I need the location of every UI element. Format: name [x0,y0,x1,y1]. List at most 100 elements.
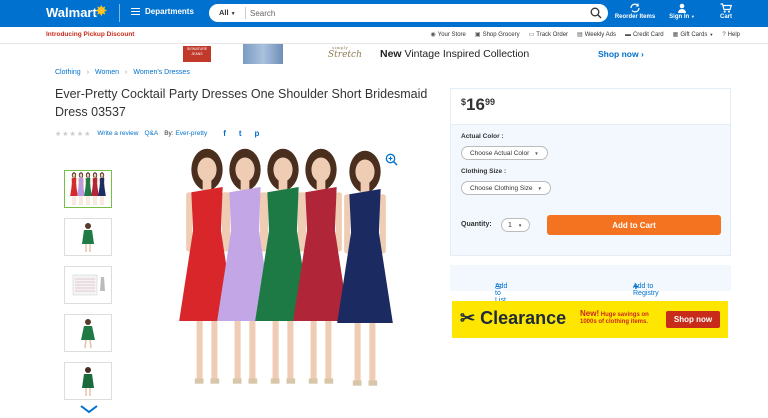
thumbnail-group-image [70,172,106,205]
breadcrumb: Clothing › Women › Women's Dresses [55,69,190,76]
location-icon: ◉ [430,32,436,38]
your-store-link[interactable]: ◉ Your Store [430,31,466,39]
sub-header: Introducing Pickup Discount ◉ Your Store … [0,27,768,44]
price-section: $1699 [451,89,730,125]
breadcrumb-womens-dresses[interactable]: Women's Dresses [133,69,189,76]
thumb-model-1 [70,172,78,205]
grocery-icon: ▣ [474,32,481,38]
quantity-select[interactable]: 1 ▼ [501,218,530,232]
brand-row: By: Ever-pretty [164,130,207,137]
signature-jeans-logo: SIGNATURE JEANS [183,46,211,62]
thumbnail-green-back[interactable] [64,362,112,400]
track-order-label: Track Order [536,31,569,38]
credit-card-link[interactable]: ▬ Credit Card [625,31,664,38]
chevron-right-icon: › [125,69,128,76]
banner-collection: Vintage Inspired Collection [404,48,530,60]
cart-button[interactable]: Cart [716,3,736,20]
chevron-down-icon: ▼ [230,11,236,17]
departments-button[interactable]: Departments [131,7,194,16]
header-divider [119,4,120,22]
gift-cards-link[interactable]: ▦ Gift Cards ▼ [672,31,714,39]
thumbnail-green-side-image [81,319,95,349]
qa-link[interactable]: Q&A [144,130,158,137]
thumbnail-green-side[interactable] [64,314,112,352]
main-product-image[interactable] [160,148,410,388]
quantity-label: Quantity: [461,221,492,228]
thumbnail-size-chart[interactable] [64,266,112,304]
credit-card-icon: ▬ [624,31,631,38]
thumbnail-group[interactable] [64,170,112,208]
help-icon: ? [722,31,726,38]
clearance-sub2: 1000s of clothing items. [580,319,649,325]
brand-link[interactable]: Ever-pretty [175,130,207,137]
promo-banner[interactable]: SIGNATURE JEANS simply Stretch New Vintag… [183,44,655,64]
credit-card-label: Credit Card [632,31,664,38]
pinterest-icon[interactable]: p [255,129,260,138]
reorder-icon [630,3,640,13]
track-order-link[interactable]: ▭ Track Order [528,31,569,39]
pickup-discount-link[interactable]: Introducing Pickup Discount [46,31,134,38]
product-title: Ever-Pretty Cocktail Party Dresses One S… [55,87,428,119]
add-to-cart-button[interactable]: Add to Cart [547,215,721,235]
thumb-model-5 [98,172,106,205]
size-label: Clothing Size : [461,168,507,175]
zoom-icon[interactable] [385,153,398,166]
walmart-logo[interactable]: Walmart [46,5,97,20]
rating-row: ★★★★★ Write a review Q&A By: Ever-pretty… [55,129,259,138]
clearance-ad[interactable]: ✂ Clearance New! Huge savings on 1000s of … [452,301,728,338]
sign-in-label: Sign In ▼ [669,14,695,20]
departments-label: Departments [145,7,194,16]
chevron-right-icon: › [86,69,90,76]
person-icon [678,3,686,13]
utility-nav: ◉ Your Store ▣ Shop Grocery ▭ Track Order ▤… [430,31,741,39]
thumbnail-green-front[interactable] [64,218,112,256]
color-select[interactable]: Choose Actual Color ▼ [461,146,548,160]
size-select[interactable]: Choose Clothing Size ▼ [461,181,551,195]
clearance-shop-now-button[interactable]: Shop now [666,311,720,328]
reorder-items-button[interactable]: Reorder Items [614,3,656,20]
menu-icon [131,8,140,15]
shop-grocery-label: Shop Grocery [482,31,520,38]
add-to-registry-label: Add to Registry [633,283,659,297]
search-input[interactable] [250,6,580,20]
twitter-icon[interactable]: t [239,129,242,138]
facebook-icon[interactable]: f [223,129,226,138]
main-model-5 [337,150,393,386]
chevron-down-icon: ▼ [709,32,714,37]
help-link[interactable]: ? Help [722,31,740,38]
shop-grocery-link[interactable]: ▣ Shop Grocery [474,31,520,39]
chevron-down-icon[interactable] [79,404,99,414]
price-whole: 16 [466,95,485,114]
thumbnail-green-back-image [82,367,94,396]
color-select-value: Choose Actual Color [470,149,530,157]
weekly-ads-label: Weekly Ads [584,31,616,38]
banner-shop-now-link[interactable]: Shop now › [598,49,644,59]
truck-icon: ▭ [528,32,535,38]
clearance-new: New! [580,309,600,318]
breadcrumb-clothing[interactable]: Clothing [55,69,81,76]
weekly-ads-link[interactable]: ▤ Weekly Ads [577,31,616,39]
clearance-sub1: Huge savings on [600,312,649,318]
clearance-word: Clearance [480,308,567,328]
stretch-logo: simply Stretch [328,46,362,61]
gift-icon: ▦ [672,32,679,38]
breadcrumb-women[interactable]: Women [95,69,119,76]
buy-box: $1699 Actual Color : Choose Actual Color… [450,88,731,256]
write-review-link[interactable]: Write a review [97,130,138,137]
sign-in-text: Sign In [669,14,690,20]
your-store-label: Your Store [437,31,466,38]
clearance-subtext: New! Huge savings on 1000s of clothing it… [580,310,649,326]
search-icon[interactable] [590,7,602,19]
thumb-model-4 [91,172,99,205]
search-bar: All ▼ [209,4,608,22]
clearance-headline: ✂ Clearance [460,308,566,329]
quantity-value: 1 [508,221,512,229]
chevron-down-icon: ▼ [534,150,539,156]
help-label: Help [727,31,740,38]
sign-in-button[interactable]: Sign In ▼ [668,3,696,20]
price-currency: $ [461,97,467,107]
search-scope-dropdown[interactable]: All ▼ [219,8,236,17]
social-share: f t p [223,129,259,138]
stretch-word: Stretch [328,50,362,60]
jeans-image [243,44,283,64]
